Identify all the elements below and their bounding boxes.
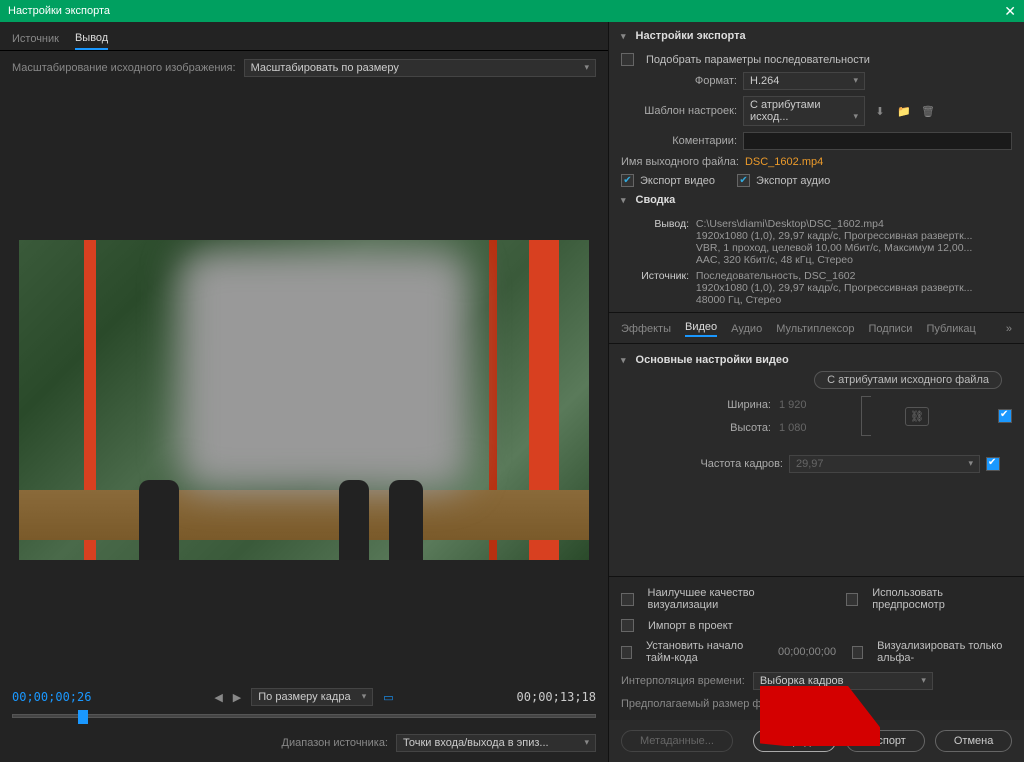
close-icon[interactable]: ✕	[1004, 3, 1016, 20]
tab-publish[interactable]: Публикац	[926, 323, 975, 335]
prev-frame-icon[interactable]: ◀	[214, 691, 222, 704]
titlebar: Настройки экспорта ✕	[0, 0, 1024, 22]
set-start-tc-checkbox[interactable]	[621, 646, 632, 659]
settings-pane: Настройки экспорта Подобрать параметры п…	[608, 22, 1024, 762]
tab-video[interactable]: Видео	[685, 321, 717, 337]
fps-dropdown[interactable]: 29,97	[789, 455, 980, 473]
match-sequence-checkbox[interactable]	[621, 53, 634, 66]
timeline-slider[interactable]	[12, 714, 596, 718]
save-preset-icon[interactable]: ⬇	[871, 102, 889, 120]
source-range-dropdown[interactable]: Точки входа/выхода в эпиз...	[396, 734, 596, 752]
use-preview-checkbox[interactable]	[846, 593, 859, 606]
tabs-overflow-icon[interactable]: »	[1006, 323, 1012, 335]
link-bracket-icon	[861, 396, 871, 436]
export-video-checkbox[interactable]	[621, 174, 634, 187]
comment-label: Коментарии:	[621, 135, 737, 147]
format-dropdown[interactable]: H.264	[743, 72, 865, 90]
format-label: Формат:	[621, 75, 737, 87]
summary-heading[interactable]: Сводка	[609, 190, 1024, 214]
timecode-in[interactable]: 00;00;00;26	[12, 690, 91, 704]
timecode-out: 00;00;13;18	[517, 690, 596, 704]
tab-audio[interactable]: Аудио	[731, 323, 762, 335]
fps-auto-checkbox[interactable]	[986, 457, 1000, 471]
width-label: Ширина:	[621, 399, 771, 411]
delete-preset-icon[interactable]: 🗑	[919, 102, 937, 120]
height-value[interactable]: 1 080	[779, 422, 849, 434]
basic-video-heading[interactable]: Основные настройки видео	[621, 350, 1012, 370]
time-interp-dropdown[interactable]: Выборка кадров	[753, 672, 933, 690]
tab-captions[interactable]: Подписи	[869, 323, 913, 335]
window-title: Настройки экспорта	[8, 5, 110, 17]
tab-effects[interactable]: Эффекты	[621, 323, 671, 335]
render-alpha-checkbox[interactable]	[852, 646, 863, 659]
metadata-button[interactable]: Метаданные...	[621, 730, 733, 752]
preset-dropdown[interactable]: С атрибутами исход...	[743, 96, 865, 126]
summary-output: Вывод: C:\Users\diami\Desktop\DSC_1602.m…	[609, 214, 1024, 266]
link-icon[interactable]: ⛓	[905, 407, 929, 426]
max-quality-checkbox[interactable]	[621, 593, 634, 606]
export-button[interactable]: Экспорт	[846, 730, 925, 752]
scale-label: Масштабирование исходного изображения:	[12, 62, 236, 74]
source-range-label: Диапазон источника:	[282, 737, 388, 749]
playhead[interactable]	[78, 710, 88, 724]
preview-image	[19, 240, 589, 560]
output-filename-link[interactable]: DSC_1602.mp4	[745, 156, 823, 168]
export-audio-checkbox[interactable]	[737, 174, 750, 187]
fit-dropdown[interactable]: По размеру кадра	[251, 688, 373, 706]
dimension-auto-checkbox[interactable]	[998, 409, 1012, 423]
outname-label: Имя выходного файла:	[621, 156, 739, 168]
queue-button[interactable]: Очередь	[753, 730, 836, 752]
match-sequence-label: Подобрать параметры последовательности	[646, 54, 870, 66]
aspect-snap-icon[interactable]: ▭	[383, 691, 393, 704]
tab-mux[interactable]: Мультиплексор	[776, 323, 854, 335]
cancel-button[interactable]: Отмена	[935, 730, 1012, 752]
summary-source: Источник: Последовательность, DSC_1602 1…	[609, 266, 1024, 306]
fps-label: Частота кадров:	[633, 458, 783, 470]
next-frame-icon[interactable]: ▶	[233, 691, 241, 704]
match-source-button[interactable]: С атрибутами исходного файла	[814, 371, 1002, 389]
width-value[interactable]: 1 920	[779, 399, 849, 411]
scale-dropdown[interactable]: Масштабировать по размеру	[244, 59, 596, 77]
preview-pane: Источник Вывод Масштабирование исходного…	[0, 22, 608, 762]
preset-label: Шаблон настроек:	[621, 105, 737, 117]
tab-output[interactable]: Вывод	[75, 28, 108, 50]
time-interp-label: Интерполяция времени:	[621, 675, 745, 687]
est-size-label: Предполагаемый размер ф	[621, 698, 761, 710]
tab-source[interactable]: Источник	[12, 29, 59, 49]
export-settings-heading[interactable]: Настройки экспорта	[609, 22, 1024, 50]
comment-input[interactable]	[743, 132, 1012, 150]
import-project-checkbox[interactable]	[621, 619, 634, 632]
height-label: Высота:	[621, 422, 771, 434]
import-preset-icon[interactable]: 📁	[895, 102, 913, 120]
